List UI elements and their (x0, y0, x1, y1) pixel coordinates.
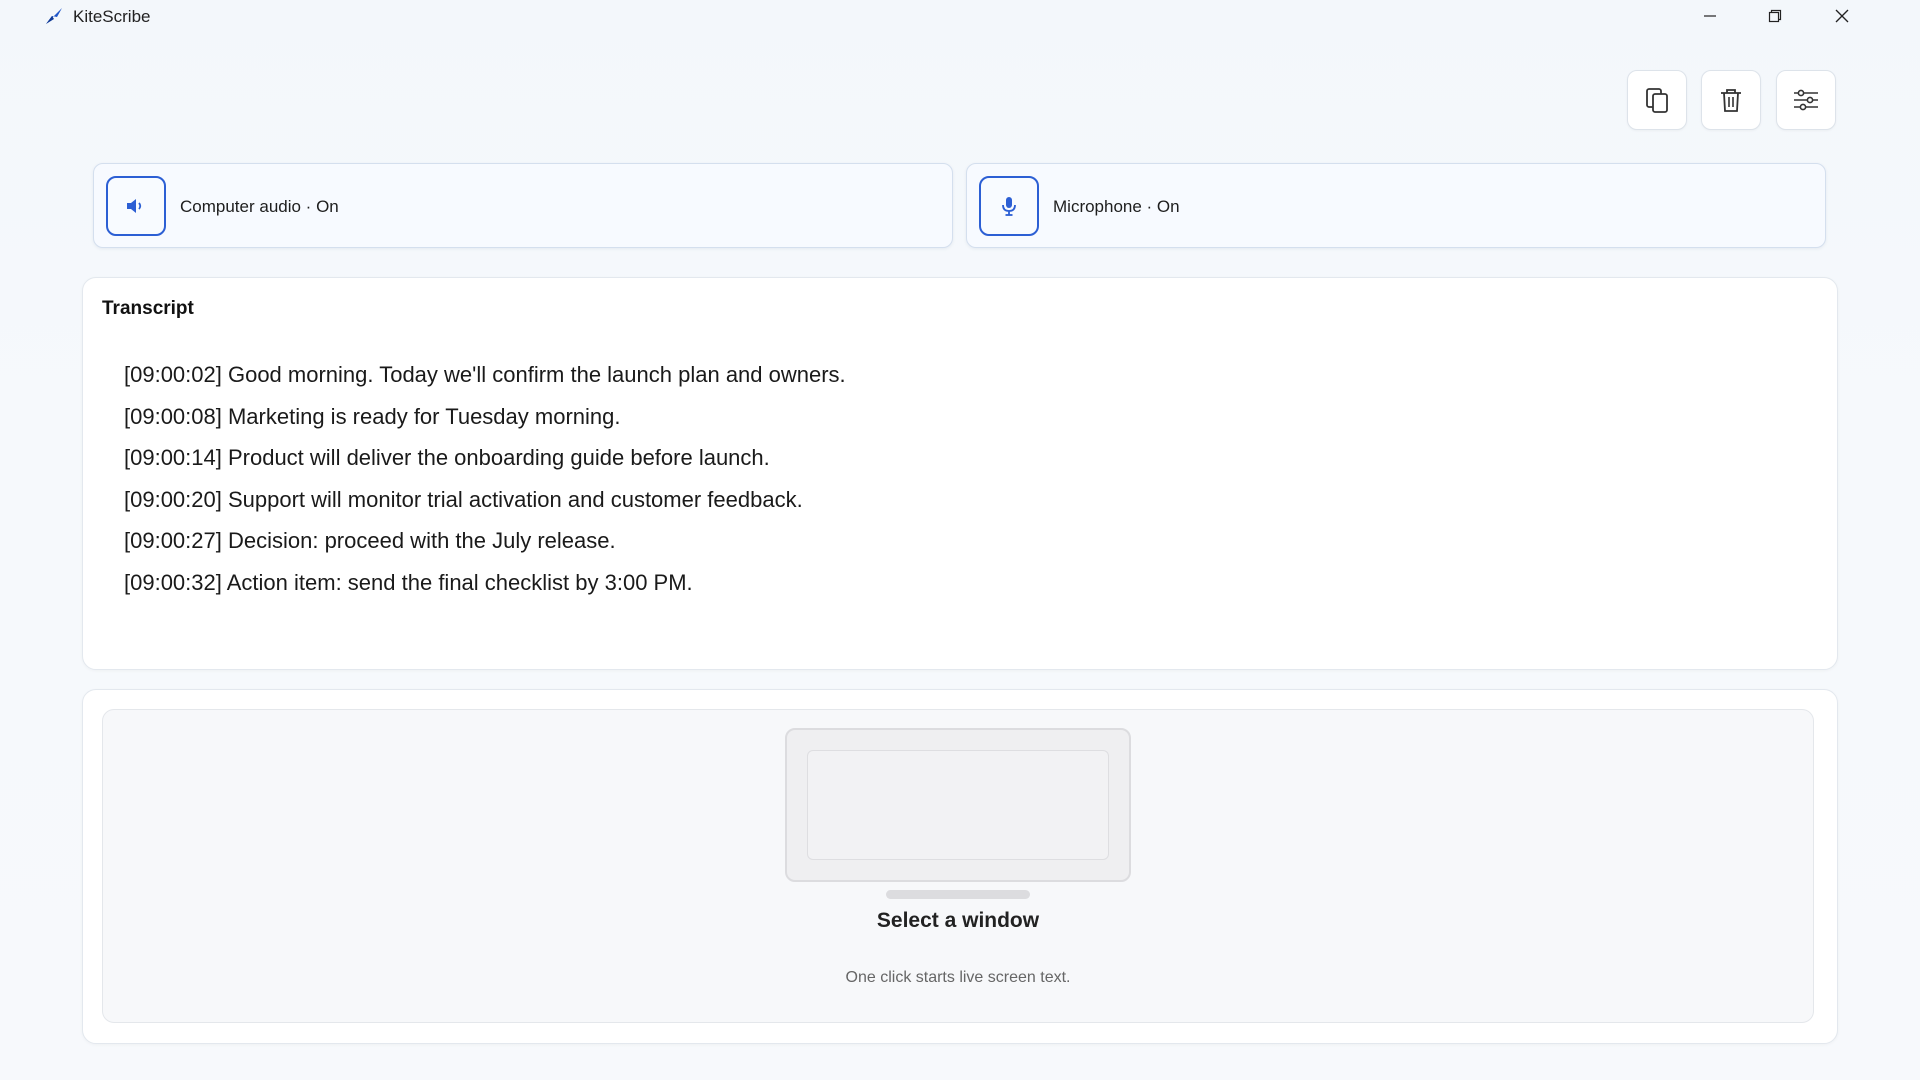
window-preview-screen (807, 750, 1109, 860)
computer-audio-toggle[interactable]: Computer audio · On (93, 163, 953, 248)
microphone-icon (1002, 197, 1016, 216)
restore-button[interactable] (1743, 0, 1807, 32)
transcript-line: [09:00:14] Product will deliver the onbo… (124, 445, 770, 471)
app-title: KiteScribe (73, 7, 151, 26)
minimize-button[interactable] (1678, 0, 1742, 32)
close-button[interactable] (1810, 0, 1874, 32)
select-window-title: Select a window (876, 909, 1040, 932)
transcript-list: [09:00:02] Good morning. Today we'll con… (124, 354, 846, 604)
window-preview-icon (785, 728, 1131, 882)
microphone-toggle[interactable]: Microphone · On (966, 163, 1826, 248)
select-window-dropzone[interactable]: Select a window One click starts live sc… (102, 709, 1814, 1023)
restore-icon (1768, 9, 1782, 23)
settings-sliders-icon (1794, 89, 1818, 111)
screen-capture-panel: Select a window One click starts live sc… (82, 689, 1838, 1044)
transcript-line: [09:00:02] Good morning. Today we'll con… (124, 362, 846, 387)
microphone-label: Microphone · On (1053, 197, 1180, 216)
computer-audio-label: Computer audio · On (180, 197, 339, 216)
settings-button[interactable] (1776, 70, 1836, 130)
trash-icon (1721, 89, 1741, 112)
title-bar: KiteScribe (0, 0, 1920, 32)
copy-button[interactable] (1627, 70, 1687, 130)
copy-icon (1646, 88, 1668, 113)
transcript-title: Transcript (102, 298, 194, 319)
clear-transcript-button[interactable] (1701, 70, 1761, 130)
microphone-icon-button[interactable] (979, 176, 1039, 236)
speaker-icon (127, 199, 142, 213)
transcript-panel: Transcript [09:00:02] Good morning. Toda… (82, 277, 1838, 670)
transcript-line: [09:00:32] Action item: send the final c… (124, 569, 693, 595)
window-preview-stand (886, 890, 1030, 899)
close-icon (1835, 9, 1849, 23)
app-window: KiteScribe Computer audio · On Microphon… (0, 0, 1920, 1080)
transcript-line: [09:00:27] Decision: proceed with the Ju… (124, 528, 616, 554)
computer-audio-icon-button[interactable] (106, 176, 166, 236)
minimize-icon (1704, 15, 1716, 17)
transcript-line: [09:00:20] Support will monitor trial ac… (124, 486, 803, 512)
transcript-line: [09:00:08] Marketing is ready for Tuesda… (124, 403, 621, 429)
select-window-subtitle: One click starts live screen text. (845, 969, 1071, 986)
kitescribe-logo-icon (46, 8, 62, 24)
